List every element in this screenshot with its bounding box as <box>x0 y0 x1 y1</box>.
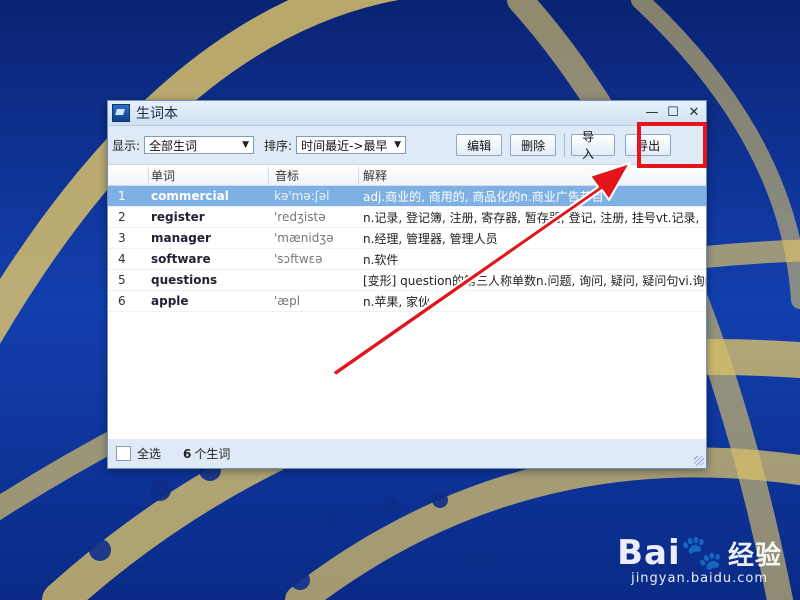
row-definition: n.苹果, 家伙 <box>363 294 431 309</box>
row-number: 1 <box>118 189 126 203</box>
window-title: 生词本 <box>136 106 178 122</box>
row-phonetic: 'æpl <box>274 294 301 308</box>
word-count-suffix: 个生词 <box>194 446 231 461</box>
row-phonetic: 'redʒistə <box>274 210 326 224</box>
row-definition: n.软件 <box>363 252 399 267</box>
row-number: 3 <box>118 231 126 245</box>
row-definition: adj.商业的, 商用的, 商品化的n.商业广告节目 <box>363 189 604 204</box>
display-filter-select[interactable]: 全部生词 ▼ <box>144 136 255 154</box>
row-number: 4 <box>118 252 126 266</box>
list-header: 单词 音标 解释 <box>108 165 706 186</box>
toolbar-divider <box>564 133 566 157</box>
row-definition: [变形] question的第三人称单数n.问题, 询问, 疑问, 疑问句vi.… <box>363 273 706 288</box>
row-phonetic: kə'mə:ʃəl <box>274 189 330 203</box>
vocabulary-window: 生词本 — ☐ ✕ 显示: 全部生词 ▼ 排序: 时间最近->最早 ▼ 编辑 删… <box>107 100 707 469</box>
row-number: 6 <box>118 294 126 308</box>
table-row[interactable]: 6 apple 'æpl n.苹果, 家伙 <box>108 291 706 312</box>
word-list[interactable]: 单词 音标 解释 1 commercial kə'mə:ʃəl adj.商业的,… <box>108 164 706 439</box>
status-bar: 全选 6 个生词 <box>108 438 706 468</box>
paw-icon: 🐾 <box>680 533 724 573</box>
delete-button[interactable]: 删除 <box>510 134 557 156</box>
sort-value: 时间最近->最早 <box>301 138 388 153</box>
watermark-logo: Bai🐾 经验 <box>617 533 782 573</box>
toolbar: 显示: 全部生词 ▼ 排序: 时间最近->最早 ▼ 编辑 删除 导入 导出 <box>108 126 706 164</box>
word-count-value: 6 <box>183 446 192 461</box>
row-definition: n.记录, 登记簿, 注册, 寄存器, 暂存器, 登记, 注册, 挂号vt.记录… <box>363 210 700 225</box>
app-icon <box>112 104 130 122</box>
maximize-button[interactable]: ☐ <box>664 104 682 122</box>
row-phonetic: 'mænidʒə <box>274 231 334 245</box>
resize-grip[interactable] <box>694 456 704 466</box>
row-word: commercial <box>151 189 229 203</box>
import-button[interactable]: 导入 <box>571 130 616 161</box>
word-count: 6 个生词 <box>183 445 230 462</box>
title-bar[interactable]: 生词本 — ☐ ✕ <box>108 101 706 126</box>
close-button[interactable]: ✕ <box>685 104 703 122</box>
row-word: manager <box>151 231 211 245</box>
sort-select[interactable]: 时间最近->最早 ▼ <box>296 136 407 154</box>
select-all-checkbox[interactable] <box>116 445 131 461</box>
header-word[interactable]: 单词 <box>148 166 268 184</box>
watermark-logo-text: Bai <box>617 533 681 573</box>
watermark-logo-suffix: 经验 <box>727 541 782 571</box>
header-definition[interactable]: 解释 <box>358 166 706 184</box>
row-word: apple <box>151 294 189 308</box>
row-definition: n.经理, 管理器, 管理人员 <box>363 231 498 246</box>
header-phonetic[interactable]: 音标 <box>268 166 358 184</box>
row-word: register <box>151 210 205 224</box>
table-row[interactable]: 4 software 'sɔftwεə n.软件 <box>108 249 706 270</box>
baidu-watermark: Bai🐾 经验 jingyan.baidu.com <box>617 533 782 586</box>
chevron-down-icon: ▼ <box>242 140 250 150</box>
display-label: 显示: <box>112 138 141 153</box>
display-filter-value: 全部生词 <box>149 138 198 153</box>
table-row[interactable]: 1 commercial kə'mə:ʃəl adj.商业的, 商用的, 商品化… <box>108 186 706 207</box>
table-row[interactable]: 3 manager 'mænidʒə n.经理, 管理器, 管理人员 <box>108 228 706 249</box>
row-word: questions <box>151 273 218 287</box>
table-row[interactable]: 2 register 'redʒistə n.记录, 登记簿, 注册, 寄存器,… <box>108 207 706 228</box>
row-number: 5 <box>118 273 126 287</box>
export-highlight-box <box>637 122 707 168</box>
table-row[interactable]: 5 questions [变形] question的第三人称单数n.问题, 询问… <box>108 270 706 291</box>
row-phonetic: 'sɔftwεə <box>274 252 323 266</box>
row-number: 2 <box>118 210 126 224</box>
edit-button[interactable]: 编辑 <box>456 134 503 156</box>
watermark-url: jingyan.baidu.com <box>631 571 769 586</box>
select-all-label[interactable]: 全选 <box>137 445 161 462</box>
minimize-button[interactable]: — <box>643 104 661 122</box>
sort-label: 排序: <box>264 138 293 153</box>
chevron-down-icon: ▼ <box>394 140 402 150</box>
row-word: software <box>151 252 211 266</box>
